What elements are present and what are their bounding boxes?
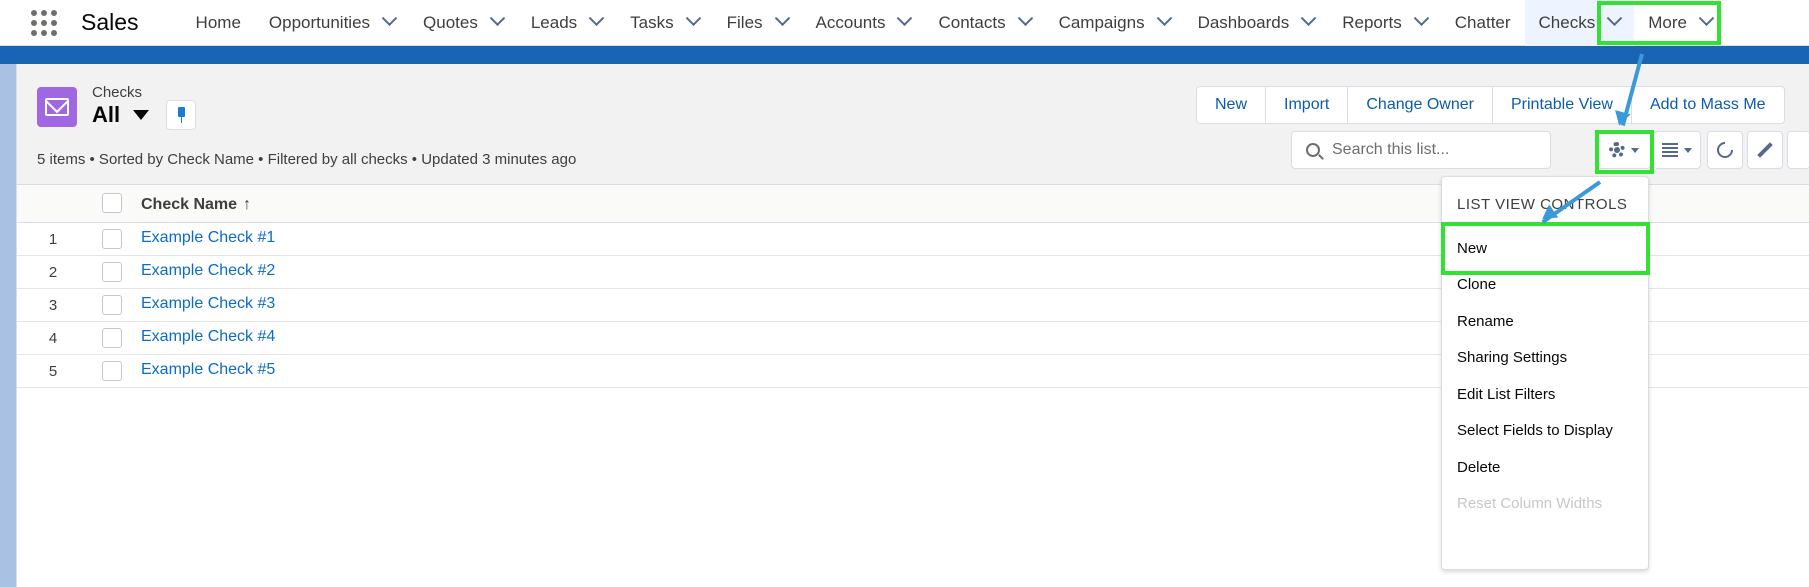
search-input[interactable]: Search this list... (1291, 131, 1551, 169)
row-number: 1 (48, 231, 58, 248)
refresh-icon (1713, 138, 1737, 162)
list-summary: 5 items • Sorted by Check Name • Filtere… (37, 151, 577, 168)
nav-item-label: Chatter (1454, 12, 1511, 32)
action-button-add-to-mass-me[interactable]: Add to Mass Me (1632, 87, 1784, 123)
chevron-down-icon[interactable] (489, 10, 506, 27)
action-button-import[interactable]: Import (1266, 87, 1349, 123)
nav-item-chatter[interactable]: Chatter (1441, 0, 1525, 46)
row-number: 2 (48, 264, 58, 281)
menu-item-select-fields-to-display[interactable]: Select Fields to Display (1442, 413, 1648, 449)
caret-down-icon (133, 110, 150, 120)
more-toolbar-button[interactable] (1787, 131, 1809, 169)
highlight-checks-tab (1597, 1, 1721, 45)
row-number: 3 (48, 297, 58, 314)
chevron-down-icon[interactable] (1413, 10, 1430, 27)
display-as-button[interactable] (1653, 131, 1701, 169)
chevron-down-icon[interactable] (381, 10, 398, 27)
table-view-icon (1662, 143, 1678, 157)
nav-item-reports[interactable]: Reports (1328, 0, 1441, 46)
nav-item-home[interactable]: Home (182, 0, 255, 46)
row-checkbox[interactable] (102, 295, 122, 315)
nav-item-files[interactable]: Files (713, 0, 802, 46)
nav-item-label: Dashboards (1197, 12, 1290, 32)
record-link[interactable]: Example Check #2 (141, 262, 275, 280)
action-button-group: New Import Change Owner Printable View Add t… (1196, 86, 1785, 124)
global-nav-bar: Sales Home Opportunities Quotes Leads Tasks F… (0, 0, 1809, 46)
nav-item-contacts[interactable]: Contacts (924, 0, 1044, 46)
nav-item-campaigns[interactable]: Campaigns (1045, 0, 1184, 46)
inline-edit-button[interactable] (1747, 131, 1783, 169)
row-checkbox[interactable] (102, 328, 122, 348)
brand-band (0, 46, 1809, 64)
row-number: 5 (48, 363, 58, 380)
list-view-picker[interactable]: All (92, 102, 150, 128)
object-label: Checks (92, 84, 143, 101)
nav-item-leads[interactable]: Leads (517, 0, 616, 46)
nav-item-label: Checks (1538, 12, 1596, 32)
menu-item-delete[interactable]: Delete (1442, 449, 1648, 485)
row-checkbox[interactable] (102, 361, 122, 381)
menu-item-reset-column-widths: Reset Column Widths (1457, 495, 1603, 512)
menu-item-sharing-settings[interactable]: Sharing Settings (1442, 340, 1648, 376)
nav-item-label: Accounts (815, 12, 886, 32)
record-link[interactable]: Example Check #5 (141, 361, 275, 379)
pin-icon (178, 107, 185, 123)
record-link[interactable]: Example Check #1 (141, 229, 275, 247)
nav-item-quotes[interactable]: Quotes (409, 0, 517, 46)
app-launcher-icon[interactable] (31, 9, 57, 36)
list-view-header: Checks All 5 items • Sorted by Check Nam… (17, 64, 1809, 185)
highlight-gear-button (1595, 130, 1654, 174)
nav-item-label: Contacts (938, 12, 1006, 32)
sort-up-icon: ↑ (243, 196, 252, 213)
nav-item-tasks[interactable]: Tasks (616, 0, 712, 46)
edit-icon (1757, 142, 1773, 158)
action-button-change-owner[interactable]: Change Owner (1348, 87, 1493, 123)
email-object-icon (37, 87, 77, 127)
list-view-name: All (92, 102, 121, 127)
column-header-label: Check Name (141, 196, 238, 213)
chevron-down-icon[interactable] (897, 10, 913, 27)
menu-item-rename[interactable]: Rename (1442, 303, 1648, 339)
nav-item-label: Leads (530, 12, 578, 32)
row-checkbox[interactable] (102, 229, 122, 249)
nav-item-dashboards[interactable]: Dashboards (1184, 0, 1329, 46)
record-link[interactable]: Example Check #3 (141, 295, 275, 313)
action-button-new[interactable]: New (1197, 87, 1267, 123)
refresh-button[interactable] (1707, 131, 1743, 169)
action-button-printable-view[interactable]: Printable View (1493, 87, 1632, 123)
nav-item-label: Campaigns (1058, 12, 1145, 32)
caret-down-icon (1684, 147, 1692, 153)
pin-list-button[interactable] (166, 100, 196, 130)
chevron-down-icon[interactable] (1300, 10, 1317, 27)
nav-item-label: Reports (1342, 12, 1402, 32)
nav-items: Home Opportunities Quotes Leads Tasks Files Ac… (182, 0, 1726, 46)
chevron-down-icon[interactable] (588, 10, 605, 27)
highlight-new-menu-item (1441, 222, 1650, 275)
nav-item-label: Opportunities (268, 12, 371, 32)
search-icon (1306, 143, 1320, 157)
nav-item-label: Tasks (630, 12, 674, 32)
menu-item-edit-list-filters[interactable]: Edit List Filters (1442, 376, 1648, 412)
chevron-down-icon[interactable] (774, 10, 790, 27)
background-pattern (0, 64, 16, 587)
search-placeholder: Search this list... (1332, 141, 1450, 158)
select-all-checkbox[interactable] (102, 193, 122, 213)
nav-item-label: Files (726, 12, 763, 32)
column-header-check-name[interactable]: Check Name ↑ (141, 196, 251, 214)
chevron-down-icon[interactable] (685, 10, 701, 27)
app-name: Sales (81, 9, 139, 35)
chevron-down-icon[interactable] (1156, 10, 1172, 27)
nav-item-accounts[interactable]: Accounts (802, 0, 925, 46)
row-number: 4 (48, 330, 58, 347)
chevron-down-icon[interactable] (1017, 10, 1033, 27)
nav-item-opportunities[interactable]: Opportunities (255, 0, 409, 46)
nav-item-label: Home (195, 12, 241, 32)
record-link[interactable]: Example Check #4 (141, 328, 275, 346)
row-checkbox[interactable] (102, 262, 122, 282)
nav-item-label: Quotes (423, 12, 478, 32)
